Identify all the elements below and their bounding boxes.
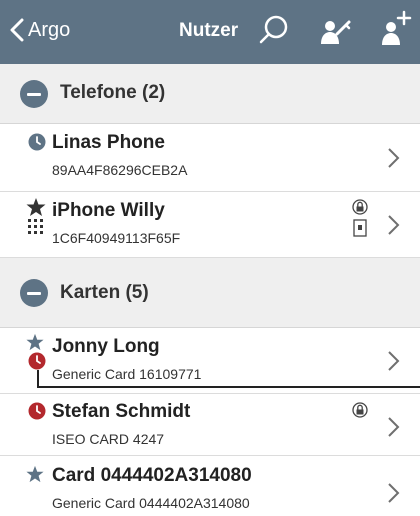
list-item[interactable]: iPhone Willy 1C6F40949113F65F xyxy=(0,192,420,258)
back-button[interactable]: Argo xyxy=(10,18,70,42)
chevron-right-icon[interactable] xyxy=(386,214,400,236)
section-header-telefone[interactable]: Telefone (2) xyxy=(0,64,420,124)
page-title: Nutzer xyxy=(179,20,239,41)
star-icon xyxy=(26,198,46,216)
star-icon xyxy=(26,465,44,483)
section-title: Karten (5) xyxy=(60,282,149,303)
phone-card-icon xyxy=(353,219,367,237)
item-title: Card 0444402A314080 xyxy=(52,465,252,486)
chevron-right-icon[interactable] xyxy=(386,482,400,504)
lock-icon xyxy=(352,199,368,215)
add-user-icon[interactable] xyxy=(378,10,412,46)
chevron-right-icon[interactable] xyxy=(386,147,400,169)
chevron-left-icon xyxy=(10,18,24,42)
back-label: Argo xyxy=(28,18,71,41)
item-subtitle: Generic Card 16109771 xyxy=(52,366,202,382)
keypad-icon xyxy=(28,219,43,234)
item-subtitle: Generic Card 0444402A314080 xyxy=(52,495,250,511)
item-subtitle: 1C6F40949113F65F xyxy=(52,230,181,246)
chevron-right-icon[interactable] xyxy=(386,350,400,372)
lock-icon xyxy=(352,402,368,418)
item-subtitle: 89AA4F86296CEB2A xyxy=(52,162,188,178)
list-item[interactable]: Stefan Schmidt ISEO CARD 4247 xyxy=(0,394,420,456)
divider xyxy=(37,386,420,388)
star-icon xyxy=(26,333,44,351)
item-subtitle: ISEO CARD 4247 xyxy=(52,431,165,447)
item-title: Jonny Long xyxy=(52,336,160,357)
user-key-icon[interactable] xyxy=(318,14,352,48)
search-icon[interactable] xyxy=(258,14,290,46)
red-clock-icon xyxy=(28,352,46,370)
collapse-minus-icon[interactable] xyxy=(20,279,48,307)
item-title: Linas Phone xyxy=(52,132,165,153)
collapse-minus-icon[interactable] xyxy=(20,80,48,108)
item-title: Stefan Schmidt xyxy=(52,401,191,422)
navigation-bar: Argo Nutzer xyxy=(0,0,420,64)
item-title: iPhone Willy xyxy=(52,200,165,221)
section-header-karten[interactable]: Karten (5) xyxy=(0,258,420,328)
red-clock-icon xyxy=(28,402,46,420)
section-title: Telefone (2) xyxy=(60,82,166,103)
list-item[interactable]: Card 0444402A314080 Generic Card 0444402… xyxy=(0,456,420,516)
list-item[interactable]: Linas Phone 89AA4F86296CEB2A xyxy=(0,124,420,192)
chevron-right-icon[interactable] xyxy=(386,416,400,438)
users-screen: Argo Nutzer Telefone (2) Linas Phone 89A… xyxy=(0,0,420,516)
clock-icon xyxy=(28,133,46,151)
list-item[interactable]: Jonny Long Generic Card 16109771 xyxy=(0,328,420,394)
